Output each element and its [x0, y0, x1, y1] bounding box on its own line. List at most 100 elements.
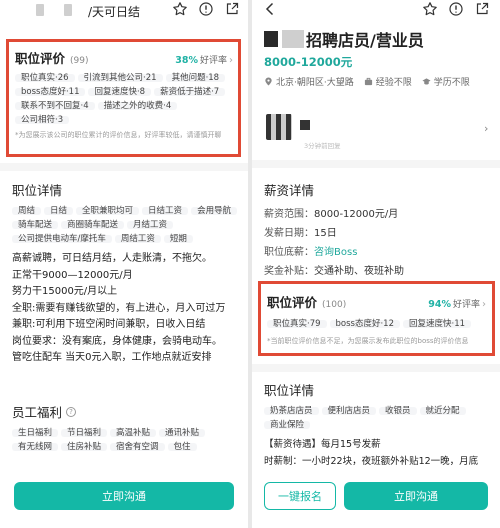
salary-details-section: 薪资详情 薪资范围：8000-12000元/月 发薪日期：15日 职位底薪：咨询… [264, 180, 496, 281]
evaluation-count: (100) [322, 300, 347, 310]
evaluation-tag: 描述之外的收费·4 [97, 102, 178, 110]
bonus-value: 交通补助、夜班补助 [314, 266, 404, 277]
graduation-cap-icon [422, 78, 431, 85]
chat-now-button[interactable]: 立即沟通 [14, 482, 234, 510]
detail-tag: 就近分配 [419, 407, 466, 415]
evaluation-tag: 回复速度快·8 [88, 88, 152, 96]
section-divider [0, 163, 248, 171]
good-rate-label: 好评率 [199, 56, 227, 66]
share-icon[interactable] [224, 1, 240, 17]
detail-tag: 公司提供电动车/摩托车 [12, 235, 112, 243]
description-line: 兼职:可利用下班空闲时间兼职，日收入日结 [12, 319, 206, 330]
share-icon[interactable] [474, 1, 490, 17]
benefit-tag: 通讯补贴 [159, 429, 206, 437]
job-details-tags: 奶茶店店员 便利店店员 收银员 就近分配 商业保险 [264, 407, 496, 435]
payday-row: 发薪日期：15日 [264, 224, 496, 243]
chevron-right-icon[interactable]: › [482, 299, 486, 310]
star-icon[interactable] [422, 1, 438, 17]
evaluation-tag: 其他问题·18 [165, 74, 226, 82]
chat-now-button[interactable]: 立即沟通 [344, 482, 488, 510]
benefit-tag: 生日福利 [12, 429, 59, 437]
redacted-block [264, 31, 278, 47]
job-meta-row: 北京·朝阳区·大望路 经验不限 学历不限 [264, 75, 496, 88]
good-rate-percent: 94% [428, 299, 451, 310]
job-details-section: 职位详情 奶茶店店员 便利店店员 收银员 就近分配 商业保险 【薪资待遇】每月15号发… [264, 380, 496, 470]
job-header: 招聘店员/营业员 8000-12000元 北京·朝阳区·大望路 经验不限 学历不… [264, 27, 496, 88]
report-icon[interactable] [448, 1, 464, 17]
salary-range-label: 薪资范围： [264, 209, 314, 220]
job-description: 【薪资待遇】每月15号发薪 时薪制：一小时22块，夜班额外补贴12一晚，月底 [264, 437, 496, 470]
info-icon[interactable]: ? [66, 406, 77, 417]
left-top-bar: /天可日结 [0, 0, 248, 24]
section-divider [252, 364, 500, 372]
evaluation-note: *当前职位评价信息不足，为您展示发布此职位的boss的评价信息 [267, 337, 469, 345]
evaluation-note: *为您展示该公司的职位累计的评价信息，好评率较低，请谨慎开聊 [15, 131, 222, 139]
good-rate-percent: 38% [175, 55, 198, 66]
job-details-title: 职位详情 [12, 183, 63, 198]
recruiter-status: 3分钟前回复 [304, 142, 341, 150]
detail-tag: 周结 [12, 207, 42, 215]
evaluation-tag: 引流到其他公司·21 [77, 74, 163, 82]
evaluation-header: 职位评价 (99) 38% 好评率 › [15, 48, 233, 67]
description-line: 努力干15000元/月以上 [12, 286, 118, 297]
briefcase-icon [364, 77, 372, 86]
evaluation-count: (99) [70, 56, 89, 66]
job-details-section: 职位详情 周结 日结 全职兼职均可 日结工资 会用导航 骑车配送 商圈骑车配送 月结工资 公… [12, 180, 244, 367]
description-line: 全职:需要有赚钱欲望的，有上进心，月入可过万 [12, 302, 226, 314]
description-line: 时薪制：一小时22块，夜班额外补贴12一晚，月底 [264, 455, 479, 467]
benefit-tag: 有无线网 [12, 443, 59, 451]
evaluation-tags: 职位真实·79 boss态度好·12 回复速度快·11 [267, 320, 486, 334]
right-phone-screen: 招聘店员/营业员 8000-12000元 北京·朝阳区·大望路 经验不限 学历不… [252, 0, 500, 528]
report-icon[interactable] [198, 1, 214, 17]
evaluation-tags: 职位真实·26 引流到其他公司·21 其他问题·18 boss态度好·11 回复速度快… [15, 74, 233, 130]
benefits-section: 员工福利 ? 生日福利 节日福利 高温补贴 通讯补贴 有无线网 住房补贴 宿舍有空调 包住 [12, 402, 244, 457]
detail-tag: 短期 [163, 235, 193, 243]
detail-tag: 便利店店员 [321, 407, 377, 415]
benefit-tag: 宿舍有空调 [110, 443, 165, 451]
experience-meta: 经验不限 [364, 75, 412, 88]
description-line: 高薪诚聘，可日结月结，人走账清，不拖欠。 [12, 253, 212, 264]
detail-tag: 收银员 [379, 407, 417, 415]
section-divider [252, 160, 500, 168]
description-line: 管吃住配车 当天0元入职，工作地点就近安排 [12, 352, 212, 363]
evaluation-title: 职位评价 [267, 295, 318, 310]
job-evaluation-card-highlighted[interactable]: 职位评价 (100) 94% 好评率 › 职位真实·79 boss态度好·12 回复… [258, 281, 495, 356]
detail-tag: 月结工资 [127, 221, 174, 229]
job-title: 招聘店员/营业员 [306, 31, 424, 50]
salary-range-value: 8000-12000元/月 [314, 209, 399, 220]
base-salary-row: 职位底薪：咨询Boss [264, 243, 496, 262]
evaluation-tag: boss态度好·11 [15, 88, 86, 96]
detail-tag: 商业保险 [264, 421, 311, 429]
right-top-bar [252, 0, 500, 24]
consult-boss-link[interactable]: 咨询Boss [314, 247, 357, 258]
bonus-label: 奖金补贴： [264, 266, 314, 277]
job-evaluation-card-highlighted[interactable]: 职位评价 (99) 38% 好评率 › 职位真实·26 引流到其他公司·21 其他问… [6, 39, 241, 157]
evaluation-tag: 职位真实·79 [267, 320, 327, 328]
description-line: 【薪资待遇】每月15号发薪 [264, 439, 381, 450]
evaluation-header: 职位评价 (100) 94% 好评率 › [267, 292, 486, 311]
evaluation-tag: 公司相符·3 [15, 116, 70, 124]
redacted-block [300, 120, 310, 130]
avatar [266, 114, 292, 140]
base-salary-label: 职位底薪： [264, 247, 314, 258]
quick-apply-button[interactable]: 一键报名 [264, 482, 336, 510]
detail-tag: 日结工资 [142, 207, 189, 215]
evaluation-tag: 回复速度快·11 [403, 320, 472, 328]
bonus-row: 奖金补贴：交通补助、夜班补助 [264, 262, 496, 281]
evaluation-tag: 薪资低于描述·7 [154, 88, 226, 96]
bottom-action-bar: 一键报名 立即沟通 [252, 474, 500, 528]
evaluation-title: 职位评价 [15, 51, 66, 66]
location-text: 北京·朝阳区·大望路 [276, 78, 354, 88]
evaluation-tag: boss态度好·12 [329, 320, 401, 328]
star-icon[interactable] [172, 1, 188, 17]
left-phone-screen: /天可日结 职位评价 (99) 38% 好评率 › 职位真实·26 引流到其他公司… [0, 0, 248, 528]
job-details-tags: 周结 日结 全职兼职均可 日结工资 会用导航 骑车配送 商圈骑车配送 月结工资 公司提供电动… [12, 207, 244, 249]
back-arrow-icon[interactable] [262, 1, 278, 17]
recruiter-row[interactable]: 3分钟前回复 › [252, 100, 500, 150]
chevron-right-icon[interactable]: › [229, 55, 233, 66]
detail-tag: 会用导航 [191, 207, 238, 215]
job-details-title: 职位详情 [264, 383, 315, 398]
chevron-right-icon[interactable]: › [484, 122, 488, 135]
education-text: 学历不限 [433, 78, 470, 88]
detail-tag: 奶茶店店员 [264, 407, 319, 415]
